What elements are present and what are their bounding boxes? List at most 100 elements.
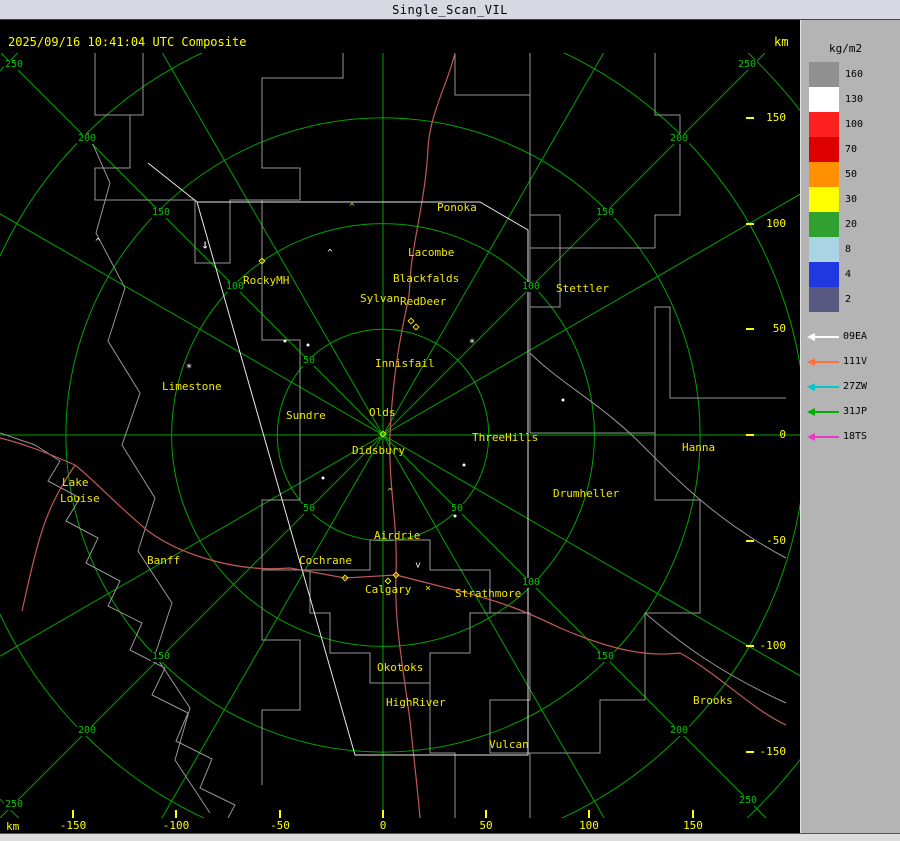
scale-row: 70 xyxy=(809,137,863,162)
storm-track-item: 111V xyxy=(807,349,867,374)
city-label: Lacombe xyxy=(408,246,455,259)
scale-swatch xyxy=(809,87,839,112)
bottom-axis-label: -150 xyxy=(59,819,87,832)
ring-distance-label: 150 xyxy=(150,651,172,662)
right-axis-label: 150 xyxy=(766,111,786,124)
ring-distance-label: 200 xyxy=(668,725,690,736)
city-label: Innisfail xyxy=(375,357,435,370)
bottom-axis-label: 150 xyxy=(683,819,703,832)
caret-marker-icon: ^ xyxy=(327,248,333,259)
scale-row: 50 xyxy=(809,162,863,187)
city-label: Lake xyxy=(62,476,89,489)
ring-distance-label: 250 xyxy=(736,59,758,70)
right-axis-label: -50 xyxy=(766,534,786,547)
scale-value: 130 xyxy=(845,94,864,105)
storm-track-arrow-icon xyxy=(807,357,839,367)
ring-distance-label: 250 xyxy=(3,59,25,70)
city-label: Calgary xyxy=(365,583,412,596)
caret-marker-icon: ^ xyxy=(349,202,355,213)
city-label: HighRiver xyxy=(386,696,446,709)
storm-track-item: 18TS xyxy=(807,424,867,449)
city-label: Drumheller xyxy=(553,487,620,500)
bottom-bar xyxy=(0,833,900,841)
storm-track-arrow-icon xyxy=(807,332,839,342)
scale-swatch xyxy=(809,262,839,287)
city-label: Hanna xyxy=(682,441,716,454)
scale-value: 4 xyxy=(845,269,852,280)
ring-distance-label: 50 xyxy=(301,355,317,366)
ring-distance-label: 200 xyxy=(668,133,690,144)
ring-distance-label: 50 xyxy=(301,503,317,514)
scale-swatch xyxy=(809,237,839,262)
storm-track-arrow-icon xyxy=(807,382,839,392)
scale-swatch xyxy=(809,137,839,162)
asterisk-marker-icon: * xyxy=(185,361,193,375)
scale-swatch xyxy=(809,212,839,237)
scale-row: 160 xyxy=(809,62,863,87)
radar-map[interactable]: 50 100 150 200 250 100 150 200 250 50 150 200 250 50 1… xyxy=(0,53,800,818)
storm-track-item: 09EA xyxy=(807,324,867,349)
storm-track-arrow-icon xyxy=(807,407,839,417)
scale-value: 70 xyxy=(845,144,858,155)
station-dot-icon xyxy=(321,476,325,480)
scale-value: 100 xyxy=(845,119,864,130)
axis-ticks xyxy=(72,117,754,818)
scale-row: 30 xyxy=(809,187,863,212)
scale-row: 100 xyxy=(809,112,863,137)
window-title: Single_Scan_VIL xyxy=(392,2,508,17)
ring-distance-label: 150 xyxy=(594,651,616,662)
scale-value: 2 xyxy=(845,294,852,305)
storm-track-item: 27ZW xyxy=(807,374,867,399)
station-dot-icon xyxy=(453,514,457,518)
station-dot-icon xyxy=(462,463,466,467)
city-label: Strathmore xyxy=(455,587,522,600)
bottom-axis: km -150 -100 -50 0 50 100 150 xyxy=(0,818,800,833)
station-dot-icon xyxy=(306,343,310,347)
storm-track-item: 31JP xyxy=(807,399,867,424)
legend-unit: kg/m2 xyxy=(829,42,863,55)
ring-distance-label: 250 xyxy=(3,799,25,810)
right-axis-unit: km xyxy=(774,35,789,49)
right-axis-label: -100 xyxy=(759,639,787,652)
scale-swatch xyxy=(809,112,839,137)
legend-panel: kg/m2 160 130 100 70 50 30 20 8 4 2 09EA 111V 27ZW 3… xyxy=(800,20,900,833)
storm-track-arrow-icon: ↓ xyxy=(201,237,209,253)
bottom-axis-unit: km xyxy=(6,820,20,833)
city-label: Stettler xyxy=(556,282,609,295)
city-label: Airdrie xyxy=(374,529,421,542)
city-label: RockyMH xyxy=(243,274,290,287)
window-titlebar: Single_Scan_VIL xyxy=(0,0,900,20)
bottom-axis-label: -50 xyxy=(270,819,290,832)
scale-value: 8 xyxy=(845,244,852,255)
storm-track-id: 31JP xyxy=(843,406,868,417)
storm-track-id: 18TS xyxy=(843,431,868,442)
ring-distance-label: 150 xyxy=(594,207,616,218)
station-dot-icon xyxy=(561,398,565,402)
ring-distance-label: 200 xyxy=(76,725,98,736)
timestamp-label: 2025/09/16 10:41:04 UTC Composite xyxy=(8,35,247,49)
city-label: Banff xyxy=(147,554,181,567)
bottom-axis-label: 50 xyxy=(479,819,493,832)
city-label: Sylvan xyxy=(360,292,400,305)
ring-distance-label: 100 xyxy=(520,577,542,588)
ring-distance-label: 100 xyxy=(520,281,542,292)
right-axis-label: -150 xyxy=(759,745,787,758)
x-marker-icon: × xyxy=(424,583,432,594)
city-label: ThreeHills xyxy=(472,431,539,444)
city-label: RedDeer xyxy=(400,295,447,308)
storm-track-arrow-icon xyxy=(807,432,839,442)
scale-value: 50 xyxy=(845,169,858,180)
scale-swatch xyxy=(809,62,839,87)
storm-track-id: 111V xyxy=(843,356,868,367)
ring-distance-label: 150 xyxy=(150,207,172,218)
scale-row: 2 xyxy=(809,287,863,312)
color-scale: 160 130 100 70 50 30 20 8 4 2 xyxy=(809,62,863,312)
city-label: Blackfalds xyxy=(393,272,460,285)
scale-row: 4 xyxy=(809,262,863,287)
ring-distance-label: 50 xyxy=(449,503,465,514)
caret-marker-icon: ^ xyxy=(387,487,393,498)
caret-down-marker-icon: v xyxy=(415,560,421,571)
bottom-axis-label: 0 xyxy=(379,819,387,832)
ring-distance-label: 200 xyxy=(76,133,98,144)
storm-track-legend: 09EA 111V 27ZW 31JP 18TS xyxy=(807,324,867,449)
